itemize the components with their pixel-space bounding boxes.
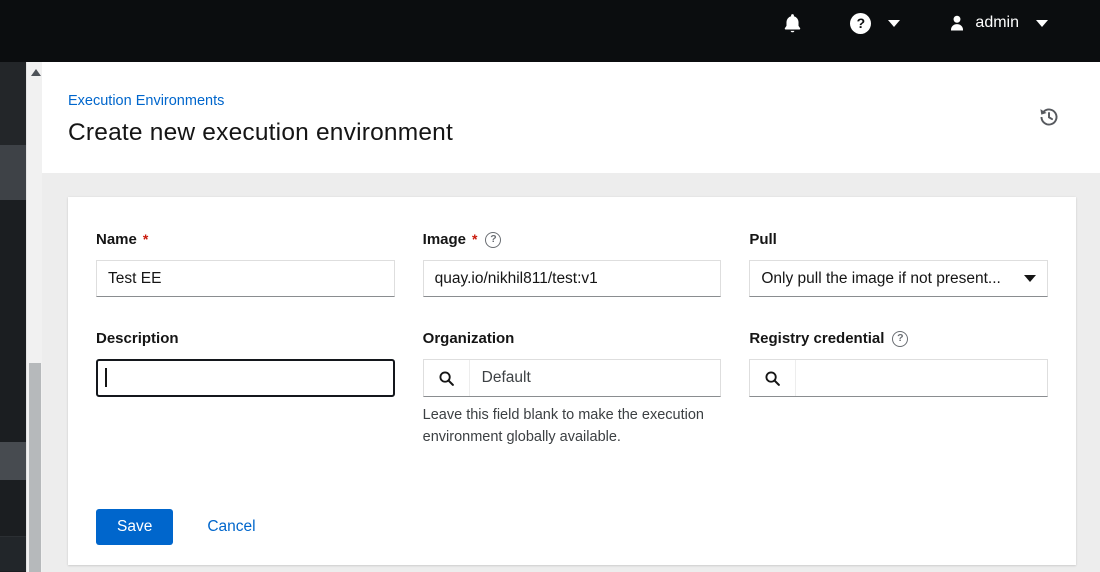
save-button[interactable]: Save [96,509,173,545]
collapsed-sidebar[interactable] [0,62,26,572]
username-label: admin [975,14,1019,32]
main-content: Execution Environments Create new execut… [42,62,1100,572]
masthead: ? admin [0,0,1100,62]
text-cursor [96,359,395,397]
scroll-up-arrow-icon[interactable] [31,69,41,76]
field-registry-credential: Registry credential ? [749,330,1048,449]
chevron-down-icon[interactable] [1036,20,1048,27]
execution-environment-form: Name * Image * ? Pull On [96,231,1048,449]
pull-selected-value: Only pull the image if not present... [761,270,1001,288]
bell-icon [783,13,802,34]
organization-label: Organization [423,330,515,347]
page-header: Execution Environments Create new execut… [42,62,1100,173]
vertical-scrollbar[interactable] [26,62,42,572]
page-title: Create new execution environment [68,119,1060,147]
image-input[interactable] [423,260,722,297]
user-icon [948,14,966,32]
notifications-button[interactable] [783,13,802,34]
image-label: Image [423,231,466,248]
search-icon [438,370,455,387]
pull-select[interactable]: Only pull the image if not present... [749,260,1048,297]
history-icon [1038,106,1060,128]
description-label: Description [96,330,179,347]
pull-label: Pull [749,231,777,248]
user-menu-button[interactable]: admin [948,14,1019,32]
required-asterisk: * [472,231,477,247]
registry-credential-lookup [749,359,1048,397]
chevron-down-icon[interactable] [888,20,900,27]
sidebar-segment-highlighted[interactable] [0,442,26,480]
masthead-tools: ? admin [783,13,1048,34]
help-menu: ? [850,13,900,34]
breadcrumb-execution-environments[interactable]: Execution Environments [68,93,224,109]
name-input[interactable] [96,260,395,297]
field-pull: Pull Only pull the image if not present.… [749,231,1048,297]
sidebar-segment[interactable] [0,480,26,537]
organization-helper-text: Leave this field blank to make the execu… [423,405,722,449]
organization-input[interactable] [470,360,721,396]
registry-credential-search-button[interactable] [750,360,796,396]
registry-credential-help-icon[interactable]: ? [892,331,908,347]
field-organization: Organization Leave this field blank to m… [423,330,722,449]
form-actions: Save Cancel [96,509,1048,545]
history-button[interactable] [1038,106,1060,128]
cancel-button[interactable]: Cancel [207,518,255,536]
organization-lookup [423,359,722,397]
registry-credential-input[interactable] [796,360,1047,396]
search-icon [764,370,781,387]
field-name: Name * [96,231,395,297]
question-circle-icon: ? [850,13,871,34]
form-card: Name * Image * ? Pull On [68,197,1076,565]
select-caret-icon [1024,275,1036,282]
registry-credential-label: Registry credential [749,330,884,347]
scrollbar-thumb[interactable] [29,363,41,572]
image-help-icon[interactable]: ? [485,232,501,248]
sidebar-segment[interactable] [0,200,26,442]
sidebar-segment-highlighted[interactable] [0,145,26,200]
description-input[interactable] [96,359,395,397]
required-asterisk: * [143,231,148,247]
organization-search-button[interactable] [424,360,470,396]
help-button[interactable]: ? [850,13,871,34]
sidebar-segment[interactable] [0,62,26,145]
sidebar-segment[interactable] [0,537,26,571]
field-image: Image * ? [423,231,722,297]
field-description: Description [96,330,395,449]
user-menu: admin [948,14,1048,32]
name-label: Name [96,231,137,248]
